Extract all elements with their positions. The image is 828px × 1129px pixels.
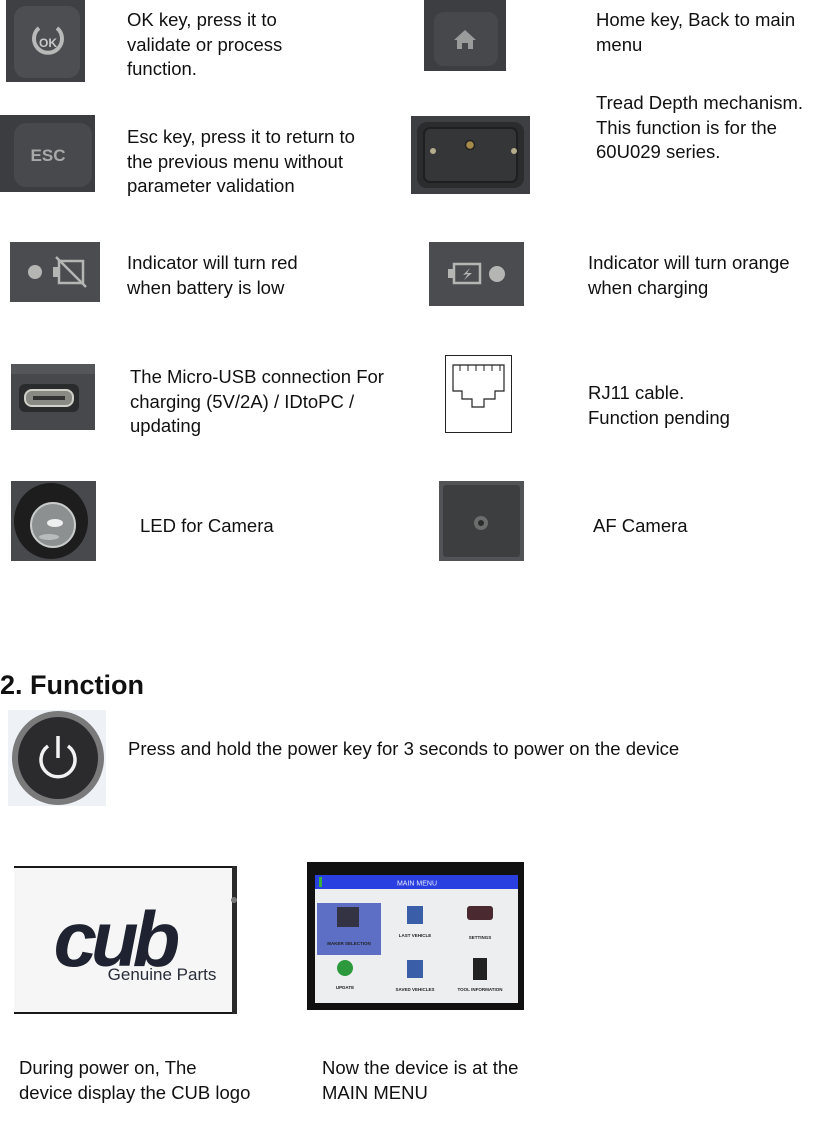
af-camera-description: AF Camera	[593, 515, 688, 536]
micro-usb-port-icon	[11, 364, 95, 412]
main-menu-screen-photo: MAIN MENU MAKER SELECTION LAST VEHICLE S…	[307, 862, 524, 1010]
battery-low-description: Indicator will turn red when battery is …	[127, 252, 298, 298]
charging-indicator-icon	[448, 262, 505, 285]
micro-usb-photo	[11, 364, 95, 430]
rj11-port-icon	[445, 355, 512, 433]
svg-text:ESC: ESC	[31, 146, 66, 165]
esc-key-icon: ESC	[14, 123, 92, 187]
tread-depth-description: Tread Depth mechanism. This function is …	[596, 92, 804, 162]
main-menu-screen: MAIN MENU MAKER SELECTION LAST VEHICLE S…	[315, 875, 518, 1003]
ok-key-photo: OK	[6, 0, 85, 82]
tread-depth-photo	[411, 116, 530, 194]
micro-usb-description: The Micro-USB connection For charging (5…	[130, 366, 384, 436]
svg-text:OK: OK	[39, 36, 57, 50]
charging-description: Indicator will turn orange when charging	[588, 252, 790, 298]
charging-photo	[429, 242, 524, 306]
logo-screen-caption: During power on, The device display the …	[19, 1057, 251, 1103]
cub-logo-screen: cub Genuine Parts	[14, 866, 237, 1014]
power-key-icon	[12, 711, 104, 805]
home-key-photo	[424, 0, 506, 71]
battery-low-photo	[10, 242, 100, 302]
camera-led-icon	[14, 483, 88, 559]
tread-depth-port-icon	[417, 122, 524, 188]
menu-item-update: UPDATE	[336, 985, 354, 990]
ok-key-icon: OK	[14, 6, 80, 78]
logo-screen-photo: cub Genuine Parts	[14, 866, 237, 1014]
power-instruction: Press and hold the power key for 3 secon…	[128, 738, 680, 759]
af-camera-icon	[443, 485, 520, 557]
esc-key-description: Esc key, press it to return to the previ…	[127, 126, 355, 196]
battery-low-indicator-icon	[28, 256, 87, 288]
af-camera-photo	[439, 481, 524, 561]
rj11-diagram	[445, 355, 512, 433]
camera-led-photo	[11, 481, 96, 561]
menu-item-maker-selection: MAKER SELECTION	[327, 941, 371, 946]
section-title: 2. Function	[0, 670, 144, 700]
ok-key-description: OK key, press it to validate or process …	[127, 9, 283, 79]
esc-key-photo: ESC	[0, 115, 95, 192]
menu-item-last-vehicle: LAST VEHICLE	[399, 933, 432, 938]
home-key-icon	[434, 12, 498, 66]
home-key-description: Home key, Back to main menu	[596, 9, 796, 55]
camera-led-description: LED for Camera	[140, 515, 274, 536]
rj11-description: RJ11 cable. Function pending	[588, 382, 730, 428]
menu-title: MAIN MENU	[397, 881, 437, 888]
menu-item-settings: SETTINGS	[469, 935, 492, 940]
cub-logo-tagline: Genuine Parts	[108, 965, 217, 984]
menu-item-tool-information: TOOL INFORMATION	[458, 987, 503, 992]
power-key-photo	[8, 710, 106, 806]
main-menu-caption: Now the device is at the MAIN MENU	[322, 1057, 519, 1103]
menu-item-saved-vehicles: SAVED VEHICLES	[396, 987, 435, 992]
